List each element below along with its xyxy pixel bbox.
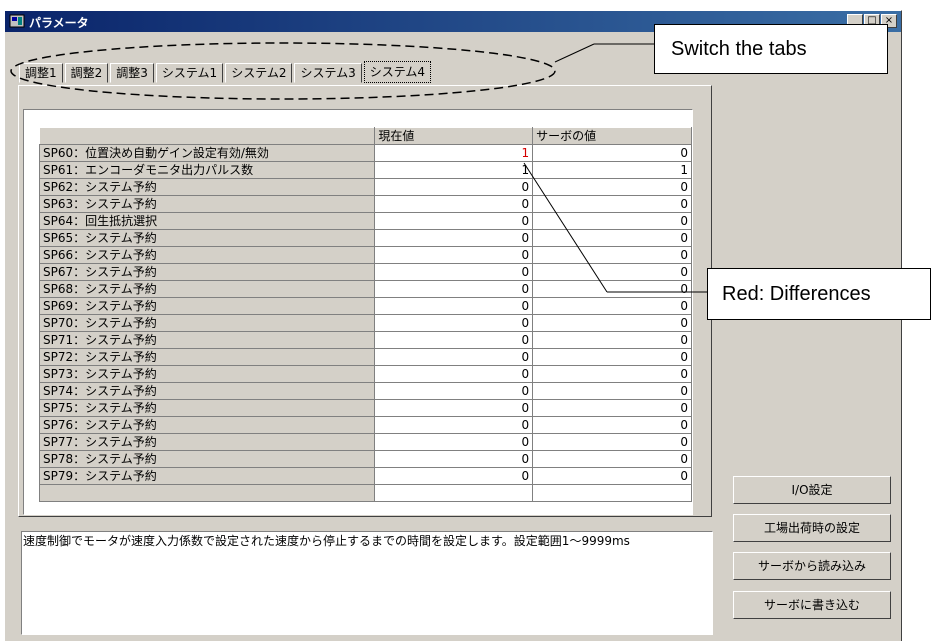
callout-switch-tabs: Switch the tabs (654, 24, 888, 74)
annotation-overlay (10, 42, 707, 293)
callout-red-differences: Red: Differences (707, 268, 931, 320)
tabs-leader-line (554, 43, 595, 63)
tabs-highlight-ellipse (10, 42, 556, 100)
diff-leader-line (523, 162, 608, 293)
